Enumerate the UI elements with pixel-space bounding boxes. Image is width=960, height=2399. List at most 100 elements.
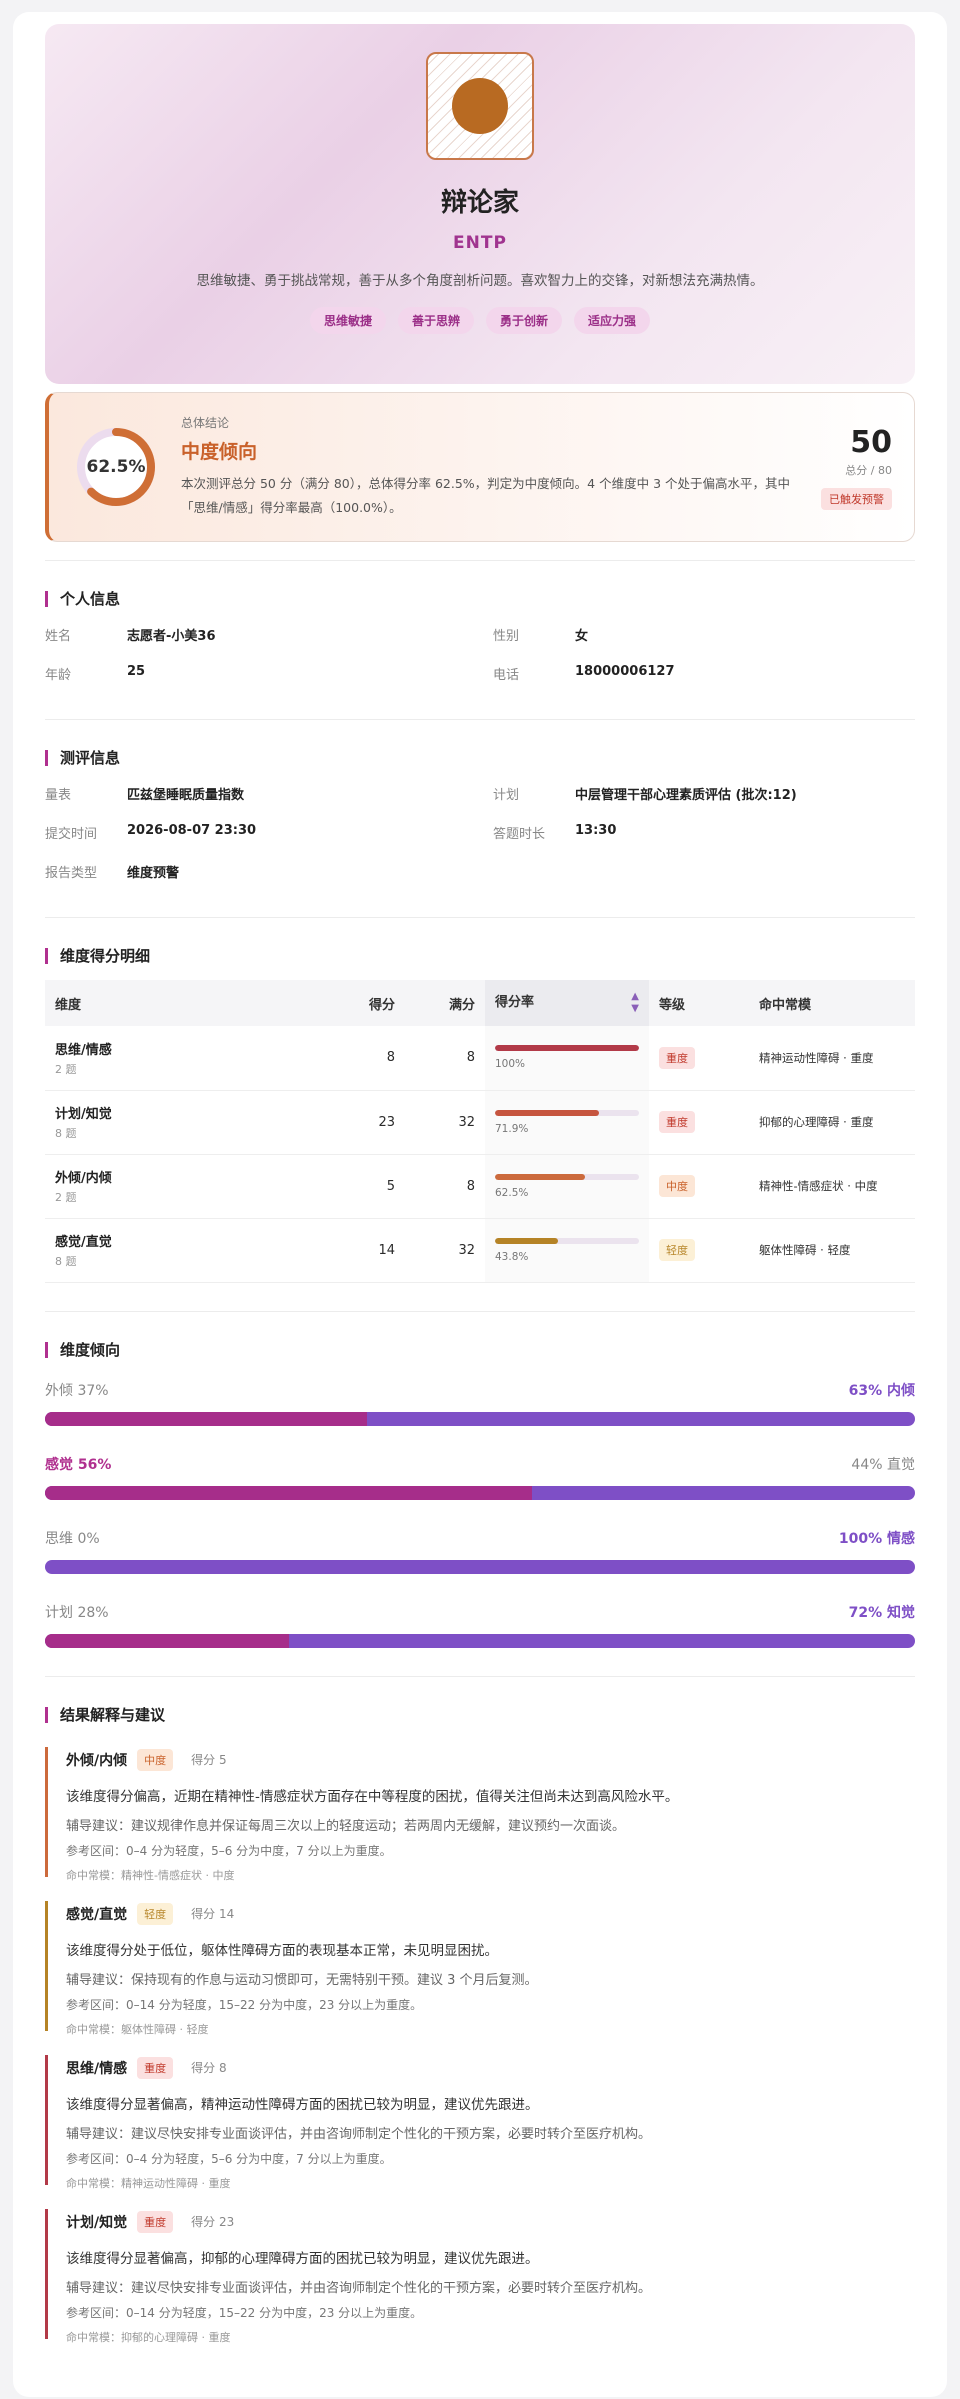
tendency-bar-left <box>45 1411 367 1426</box>
rate-text: 62.5% <box>495 1186 529 1199</box>
info-value: 中层管理干部心理素质评估 (批次:12) <box>575 788 797 803</box>
rate-bar-fill <box>495 1173 585 1180</box>
hit-cell: 精神性-情感症状 · 中度 <box>749 1154 915 1219</box>
level-badge: 重度 <box>659 1046 695 1069</box>
dimension-cell: 外倾/内倾 2 题 <box>45 1154 330 1219</box>
info-key: 性别 <box>493 629 520 644</box>
result-reference: 参考区间：0–14 分为轻度，15–22 分为中度，23 分以上为重度。 <box>66 2305 423 2320</box>
col-header-level[interactable]: 等级 <box>649 980 749 1026</box>
dimension-count: 8 题 <box>55 1127 77 1140</box>
level-badge: 重度 <box>137 2056 174 2079</box>
info-key: 年龄 <box>45 668 72 683</box>
type-avatar-icon <box>426 52 534 160</box>
dimension-score-table: 维度 得分 满分 得分率 ▲ ▼ 等级 命中常模 思维/情感 2 题 8 8 10… <box>45 980 915 1283</box>
assessment-info-grid: 量表 匹兹堡睡眠质量指数 计划 中层管理干部心理素质评估 (批次:12) 提交时间 2… <box>45 784 915 881</box>
sort-icon[interactable]: ▲ ▼ <box>631 991 639 1015</box>
result-norm: 命中常模：精神性-情感症状 · 中度 <box>66 1868 235 1882</box>
result-item: 计划/知觉 重度 得分 23 该维度得分显著偏高，抑郁的心理障碍方面的困扰已较为… <box>45 2208 915 2344</box>
score-cell: 5 <box>330 1154 405 1219</box>
section-title-results: 结果解释与建议 <box>45 1706 915 1723</box>
col-header-rate[interactable]: 得分率 ▲ ▼ <box>485 980 649 1026</box>
dimension-name: 思维/情感 <box>55 1042 112 1058</box>
trait-tag: 思维敏捷 <box>309 307 386 334</box>
result-advice: 辅导建议：建议尽快安排专业面谈评估，并由咨询师制定个性化的干预方案，必要时转介至… <box>66 2126 652 2142</box>
tendency-row: 思维 0% 100% 情感 <box>45 1528 915 1574</box>
total-score-value: 50 <box>850 424 892 460</box>
tendency-right-label: 63% 内倾 <box>848 1382 915 1399</box>
rate-bar <box>495 1237 639 1244</box>
result-interpretation: 该维度得分显著偏高，抑郁的心理障碍方面的困扰已较为明显，建议优先跟进。 <box>66 2250 539 2267</box>
summary-text: 本次测评总分 50 分（满分 80），总体得分率 62.5%，判定为中度倾向。4… <box>181 476 790 515</box>
tendency-bar <box>45 1633 915 1648</box>
level-cell: 重度 <box>649 1026 749 1091</box>
table-row[interactable]: 外倾/内倾 2 题 5 8 62.5% 中度 精神性-情感症状 · 中度 <box>45 1154 915 1219</box>
result-score: 得分 5 <box>191 1753 227 1767</box>
rate-text: 100% <box>495 1058 526 1071</box>
result-reference: 参考区间：0–4 分为轻度，5–6 分为中度，7 分以上为重度。 <box>66 2151 392 2166</box>
result-dimension-name: 感觉/直觉 <box>66 1906 128 1923</box>
info-value: 18000006127 <box>575 664 675 679</box>
result-score: 得分 14 <box>191 1907 235 1921</box>
tendency-right-label: 100% 情感 <box>838 1530 915 1547</box>
tendency-bar <box>45 1485 915 1500</box>
score-ring-value: 62.5% <box>86 457 146 477</box>
type-title: 辩论家 <box>440 188 519 218</box>
table-row[interactable]: 感觉/直觉 8 题 14 32 43.8% 轻度 躯体性障碍 · 轻度 <box>45 1218 915 1283</box>
info-value: 匹兹堡睡眠质量指数 <box>127 788 245 803</box>
level-badge: 轻度 <box>137 1902 174 1925</box>
dimension-name: 外倾/内倾 <box>55 1171 112 1186</box>
rate-bar <box>495 1109 639 1116</box>
full-cell: 8 <box>405 1154 485 1219</box>
info-key: 计划 <box>493 788 520 803</box>
info-key: 电话 <box>493 668 520 683</box>
tendency-left-label: 感觉 56% <box>45 1456 112 1473</box>
rate-text: 71.9% <box>495 1122 529 1135</box>
level-badge: 中度 <box>659 1175 695 1197</box>
score-cell: 23 <box>330 1090 405 1155</box>
personality-hero: 辩论家 ENTP 思维敏捷、勇于挑战常规，善于从多个角度剖析问题。喜欢智力上的交… <box>45 24 915 384</box>
dimension-name: 计划/知觉 <box>55 1107 112 1122</box>
table-row[interactable]: 思维/情感 2 题 8 8 100% 重度 精神运动性障碍 · 重度 <box>45 1026 915 1091</box>
score-cell: 14 <box>330 1218 405 1283</box>
trait-tag: 适应力强 <box>574 307 651 334</box>
result-norm: 命中常模：抑郁的心理障碍 · 重度 <box>66 2330 231 2344</box>
result-advice: 辅导建议：保持现有的作息与运动习惯即可，无需特别干预。建议 3 个月后复测。 <box>66 1972 538 1988</box>
level-cell: 轻度 <box>649 1218 749 1283</box>
col-header-hit[interactable]: 命中常模 <box>749 980 915 1026</box>
result-dimension-name: 计划/知觉 <box>66 2214 128 2231</box>
overall-summary-card: 62.5% 总体结论 中度倾向 本次测评总分 50 分（满分 80），总体得分率… <box>45 392 915 542</box>
report-page: 辩论家 ENTP 思维敏捷、勇于挑战常规，善于从多个角度剖析问题。喜欢智力上的交… <box>13 12 947 2397</box>
dimension-cell: 感觉/直觉 8 题 <box>45 1218 330 1283</box>
result-advice: 辅导建议：建议规律作息并保证每周三次以上的轻度运动；若两周内无缓解，建议预约一次… <box>66 1818 626 1834</box>
result-reference: 参考区间：0–4 分为轻度，5–6 分为中度，7 分以上为重度。 <box>66 1843 392 1858</box>
info-key: 姓名 <box>45 629 72 644</box>
col-header-full[interactable]: 满分 <box>405 980 485 1026</box>
tendency-right-label: 44% 直觉 <box>851 1456 915 1473</box>
tendency-row: 感觉 56% 44% 直觉 <box>45 1454 915 1500</box>
summary-level: 中度倾向 <box>181 441 258 463</box>
result-item: 外倾/内倾 中度 得分 5 该维度得分偏高，近期在精神性-情感症状方面存在中等程… <box>45 1746 915 1882</box>
hit-cell: 抑郁的心理障碍 · 重度 <box>749 1090 915 1155</box>
score-cell: 8 <box>330 1026 405 1091</box>
table-header-row: 维度 得分 满分 得分率 ▲ ▼ 等级 命中常模 <box>45 980 915 1026</box>
col-header-dimension[interactable]: 维度 <box>45 980 330 1026</box>
level-cell: 中度 <box>649 1154 749 1219</box>
total-score: 50 总分 / 80 已触发预警 <box>802 425 892 510</box>
result-interpretation: 该维度得分处于低位，躯体性障碍方面的表现基本正常，未见明显困扰。 <box>66 1942 498 1959</box>
dimension-name: 感觉/直觉 <box>55 1235 112 1250</box>
info-key: 量表 <box>45 788 72 803</box>
full-cell: 32 <box>405 1218 485 1283</box>
rate-bar-fill <box>495 1109 599 1116</box>
result-reference: 参考区间：0–14 分为轻度，15–22 分为中度，23 分以上为重度。 <box>66 1997 423 2012</box>
tendency-list: 外倾 37% 63% 内倾 感觉 56% 44% 直觉 思维 0% 100% 情… <box>45 1380 915 1648</box>
col-header-score[interactable]: 得分 <box>330 980 405 1026</box>
rate-cell: 71.9% <box>485 1090 649 1155</box>
info-key: 报告类型 <box>45 866 98 881</box>
trait-tags: 思维敏捷 善于思辨 勇于创新 适应力强 <box>309 307 651 334</box>
tendency-bar-left <box>45 1633 289 1648</box>
table-row[interactable]: 计划/知觉 8 题 23 32 71.9% 重度 抑郁的心理障碍 · 重度 <box>45 1090 915 1155</box>
total-score-sub: 总分 / 80 <box>845 463 892 477</box>
type-description: 思维敏捷、勇于挑战常规，善于从多个角度剖析问题。喜欢智力上的交锋，对新想法充满热… <box>196 273 764 289</box>
info-value: 25 <box>127 664 146 679</box>
info-value: 2026-08-07 23:30 <box>127 823 257 838</box>
